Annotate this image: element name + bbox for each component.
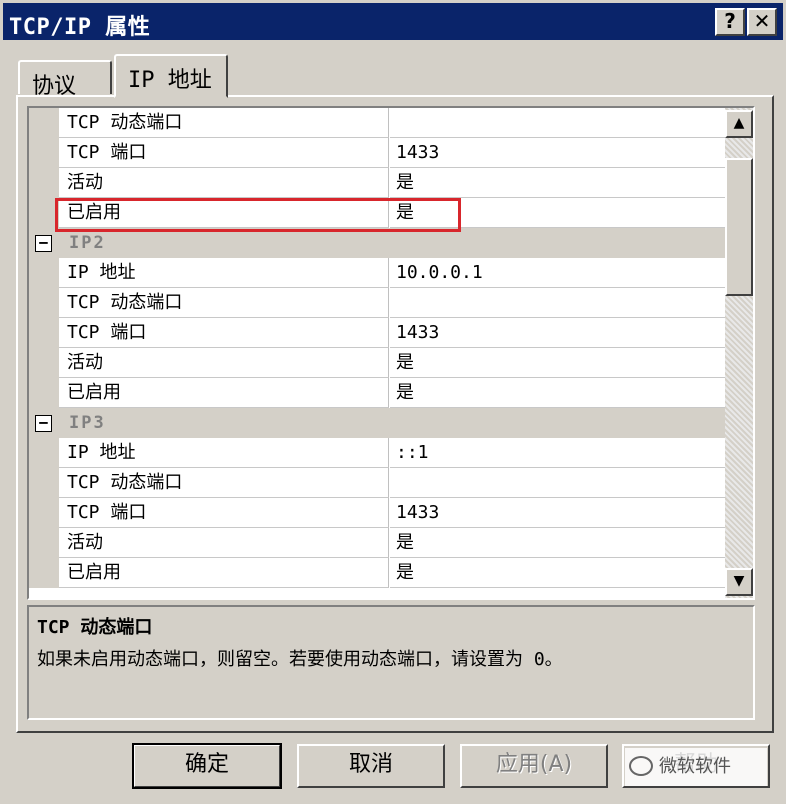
description-text: 如果未启用动态端口，则留空。若要使用动态端口，请设置为 0。 [37,649,563,670]
title-bar: TCP/IP 属性 ? ✕ [3,3,783,40]
property-name: 活动 [59,348,389,378]
arrow-up-icon: ▲ [733,115,745,131]
property-name: TCP 端口 [59,498,389,528]
tab-ip-addresses-label: IP 地址 [128,68,212,93]
row-margin [29,348,59,378]
property-name: TCP 动态端口 [59,468,389,498]
description-title: TCP 动态端口 [37,617,153,638]
property-name: 已启用 [59,558,389,588]
window-title: TCP/IP 属性 [9,15,151,40]
scroll-thumb[interactable] [725,158,753,296]
property-row[interactable]: 活动是 [29,348,725,378]
property-name: TCP 端口 [59,138,389,168]
cancel-button[interactable]: 取消 [297,744,445,788]
ok-button[interactable]: 确定 [132,743,282,789]
property-value[interactable] [390,468,725,498]
row-margin [29,378,59,408]
property-row[interactable]: 活动是 [29,528,725,558]
property-name: IP 地址 [59,258,389,288]
close-icon: ✕ [753,9,771,33]
collapse-icon[interactable]: − [35,235,52,252]
property-row[interactable]: 活动是 [29,168,725,198]
property-row[interactable]: 已启用是 [29,198,725,228]
property-row[interactable]: IP 地址 10.0.0.1 [29,258,725,288]
property-grid: TCP 动态端口 TCP 端口 1433 活动是已启用是 − IP2 IP 地址 10.0.0… [27,106,755,600]
property-grid-rows: TCP 动态端口 TCP 端口 1433 活动是已启用是 − IP2 IP 地址 10.0.0… [29,108,725,598]
description-panel: TCP 动态端口 如果未启用动态端口，则留空。若要使用动态端口，请设置为 0。 [27,605,755,720]
help-icon: ? [724,9,736,33]
arrow-down-icon: ▼ [733,573,745,589]
property-value[interactable] [390,108,725,138]
property-value[interactable]: ::1 [390,438,725,468]
category-label: IP2 [69,233,106,253]
property-name: 已启用 [59,198,389,228]
property-value[interactable] [390,288,725,318]
property-row[interactable]: 已启用是 [29,378,725,408]
apply-button[interactable]: 应用(A) [460,744,608,788]
wechat-icon [629,756,653,776]
property-value[interactable]: 是 [390,168,725,198]
property-value[interactable]: 是 [390,558,725,588]
property-row[interactable]: TCP 动态端口 [29,288,725,318]
property-row[interactable]: TCP 动态端口 [29,468,725,498]
property-name: IP 地址 [59,438,389,468]
property-row[interactable]: TCP 端口 1433 [29,498,725,528]
row-margin [29,138,59,168]
property-value[interactable]: 1433 [390,498,725,528]
row-margin [29,528,59,558]
row-margin [29,558,59,588]
property-row[interactable]: IP 地址::1 [29,438,725,468]
row-margin [29,198,59,228]
property-name: TCP 动态端口 [59,108,389,138]
property-name: TCP 动态端口 [59,288,389,318]
row-margin [29,258,59,288]
help-button[interactable]: ? [715,8,745,36]
property-row[interactable]: 已启用是 [29,558,725,588]
property-row[interactable]: TCP 端口 1433 [29,138,725,168]
tab-protocol[interactable]: 协议 [18,60,112,99]
category-label: IP3 [69,413,106,433]
row-margin [29,468,59,498]
property-value[interactable]: 10.0.0.1 [390,258,725,288]
scroll-up-button[interactable]: ▲ [725,110,753,138]
watermark: 微软软件 [625,748,767,786]
tcpip-properties-dialog: TCP/IP 属性 ? ✕ 协议 IP 地址 TCP 动态端口 TCP 端口 143… [0,0,786,804]
watermark-text: 微软软件 [659,756,731,777]
property-name: TCP 端口 [59,318,389,348]
scroll-down-button[interactable]: ▼ [725,568,753,596]
property-row[interactable]: TCP 端口 1433 [29,318,725,348]
row-margin [29,318,59,348]
property-value[interactable]: 1433 [390,318,725,348]
row-margin [29,168,59,198]
collapse-icon[interactable]: − [35,415,52,432]
property-value[interactable]: 是 [390,198,725,228]
property-value[interactable]: 是 [390,528,725,558]
property-name: 已启用 [59,378,389,408]
property-value[interactable]: 是 [390,348,725,378]
row-margin [29,498,59,528]
vertical-scrollbar[interactable]: ▲ ▼ [725,108,753,598]
property-name: 活动 [59,528,389,558]
row-margin [29,108,59,138]
category-row[interactable]: − IP3 [29,408,725,438]
close-button[interactable]: ✕ [747,8,777,36]
category-row[interactable]: − IP2 [29,228,725,258]
row-margin [29,288,59,318]
property-value[interactable]: 1433 [390,138,725,168]
property-name: 活动 [59,168,389,198]
tab-ip-addresses[interactable]: IP 地址 [114,54,228,98]
row-margin [29,438,59,468]
property-row[interactable]: TCP 动态端口 [29,108,725,138]
property-value[interactable]: 是 [390,378,725,408]
